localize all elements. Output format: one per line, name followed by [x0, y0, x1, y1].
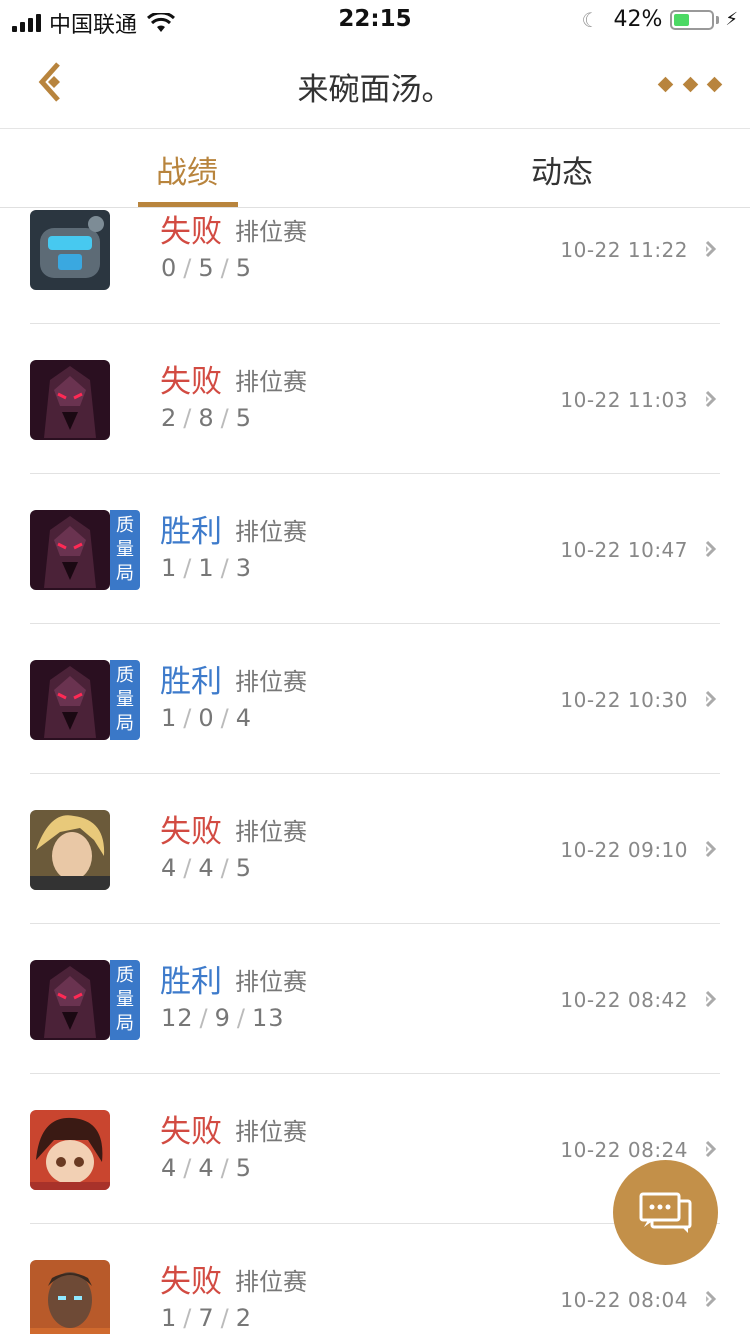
match-kda: 2/8/5	[161, 404, 253, 432]
hero-dark-knight-avatar	[30, 360, 110, 440]
match-row[interactable]: 失败 排位赛 1/7/2 10-22 08:04	[30, 1224, 720, 1334]
match-row[interactable]: 质量局胜利 排位赛 1/0/4 10-22 10:30	[30, 624, 720, 774]
more-dot	[706, 76, 723, 92]
chevron-right-icon	[704, 539, 718, 559]
battery-percent: 42%	[613, 7, 663, 32]
chevron-right-icon	[704, 1139, 718, 1159]
match-row[interactable]: 失败 排位赛 4/4/5 10-22 09:10	[30, 774, 720, 924]
more-dot	[657, 76, 674, 92]
chevron-right-icon	[704, 989, 718, 1009]
chevron-right-icon	[704, 389, 718, 409]
nav-bar: 来碗面汤。	[0, 40, 750, 129]
status-right: ☾ 42% ⚡	[582, 7, 738, 32]
chat-button[interactable]	[613, 1160, 718, 1265]
match-row[interactable]: 失败 排位赛 0/5/5 10-22 11:22	[30, 208, 720, 324]
chevron-right-icon	[704, 239, 718, 259]
battery-cap	[716, 15, 720, 24]
more-dot	[682, 76, 698, 92]
chevron-right-icon	[704, 1289, 718, 1309]
match-result: 失败	[160, 1264, 222, 1300]
match-kda: 4/4/5	[161, 854, 253, 882]
hero-ice-giant-avatar	[30, 210, 110, 290]
chevron-right-icon	[704, 689, 718, 709]
match-mode: 排位赛	[235, 968, 307, 996]
quality-match-badge: 质量局	[110, 960, 140, 1040]
match-mode: 排位赛	[235, 218, 307, 246]
match-kda: 0/5/5	[161, 254, 253, 282]
tab-activity[interactable]: 动态	[462, 147, 662, 192]
quality-match-badge: 质量局	[110, 510, 140, 590]
match-list[interactable]: 失败 排位赛 0/5/5 10-22 11:22 失败 排位赛 2/8/5 10-22 11:…	[0, 208, 750, 1334]
chevron-right-icon	[704, 839, 718, 859]
match-mode: 排位赛	[235, 368, 307, 396]
more-button[interactable]	[657, 66, 723, 102]
match-time: 10-22 11:22	[560, 238, 688, 262]
match-time: 10-22 08:24	[560, 1138, 688, 1162]
tab-record[interactable]: 战绩	[87, 147, 287, 192]
battery-icon	[670, 9, 715, 30]
match-kda: 1/7/2	[161, 1304, 253, 1332]
moon-icon: ☾	[581, 7, 600, 32]
charging-bolt-icon: ⚡	[725, 9, 738, 30]
status-bar: 中国联通 22:15 ☾ 42% ⚡	[0, 0, 750, 40]
hero-chibi-girl-avatar	[30, 1110, 110, 1190]
chat-bubbles-icon	[639, 1192, 691, 1233]
match-kda: 4/4/5	[161, 1154, 253, 1182]
match-row[interactable]: 质量局胜利 排位赛 1/1/3 10-22 10:47	[30, 474, 720, 624]
quality-match-badge: 质量局	[110, 660, 140, 740]
match-result: 胜利	[160, 964, 222, 1000]
match-row[interactable]: 失败 排位赛 2/8/5 10-22 11:03	[30, 324, 720, 474]
battery-fill	[674, 13, 690, 26]
match-result: 失败	[160, 1114, 222, 1150]
match-result: 胜利	[160, 664, 222, 700]
active-tab-indicator	[138, 202, 238, 207]
match-result: 失败	[160, 214, 222, 250]
match-mode: 排位赛	[235, 1268, 307, 1296]
tab-bar: 战绩 动态	[0, 129, 750, 208]
page-title: 来碗面汤。	[297, 72, 453, 108]
match-result: 胜利	[160, 514, 222, 550]
match-mode: 排位赛	[235, 818, 307, 846]
match-time: 10-22 09:10	[560, 838, 688, 862]
match-result: 失败	[160, 814, 222, 850]
hero-blonde-swordsman-avatar	[30, 810, 110, 890]
match-result: 失败	[160, 364, 222, 400]
match-time: 10-22 08:04	[560, 1288, 688, 1312]
match-time: 10-22 10:47	[560, 538, 688, 562]
match-mode: 排位赛	[235, 518, 307, 546]
match-time: 10-22 08:42	[560, 988, 688, 1012]
match-kda: 12/9/13	[161, 1004, 285, 1032]
match-time: 10-22 10:30	[560, 688, 688, 712]
match-mode: 排位赛	[235, 668, 307, 696]
match-mode: 排位赛	[235, 1118, 307, 1146]
hero-dark-knight-avatar	[30, 510, 110, 590]
match-row[interactable]: 质量局胜利 排位赛 12/9/13 10-22 08:42	[30, 924, 720, 1074]
match-time: 10-22 11:03	[560, 388, 688, 412]
hero-dark-knight-avatar	[30, 660, 110, 740]
match-kda: 1/1/3	[161, 554, 253, 582]
hero-dark-knight-avatar	[30, 960, 110, 1040]
hero-warrior-avatar	[30, 1260, 110, 1334]
match-kda: 1/0/4	[161, 704, 253, 732]
